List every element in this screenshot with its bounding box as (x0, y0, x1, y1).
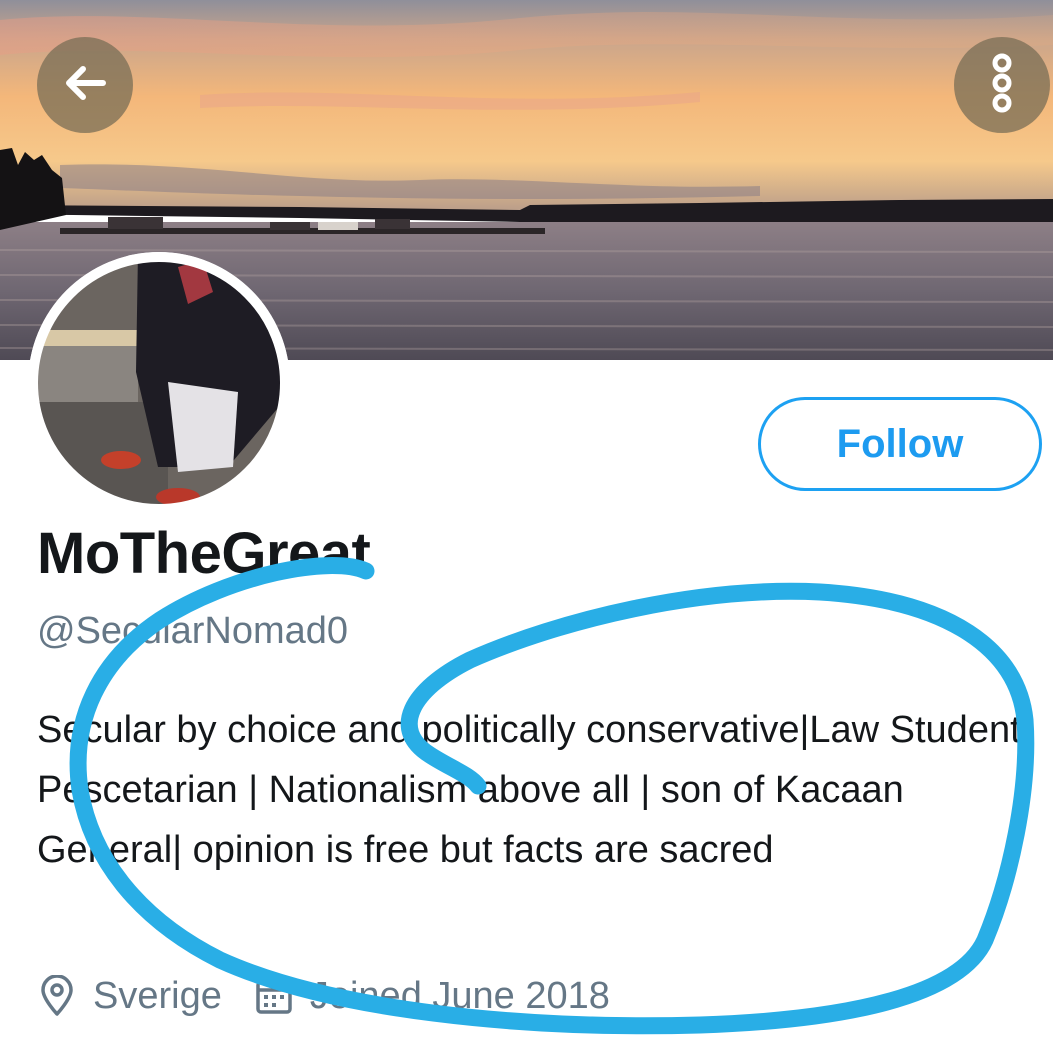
location-text: Sverige (93, 974, 222, 1017)
display-name: MoTheGreat (37, 521, 371, 586)
profile-bio: Secular by choice and politically conser… (37, 709, 1031, 871)
location-pin-icon (37, 975, 77, 1017)
more-vertical-icon (987, 53, 1017, 118)
back-button[interactable] (37, 37, 133, 133)
calendar-icon (254, 976, 294, 1016)
profile-meta: Sverige Joined June 2018 (37, 966, 610, 1026)
follow-button[interactable]: Follow (758, 397, 1042, 491)
user-handle: @SecularNomad0 (37, 610, 349, 652)
more-options-button[interactable] (954, 37, 1050, 133)
joined-date-text: Joined June 2018 (309, 974, 610, 1017)
avatar[interactable] (28, 252, 290, 514)
arrow-left-icon (59, 57, 111, 114)
profile-page: Follow MoTheGreat @SecularNomad0 Secular… (0, 0, 1053, 1042)
